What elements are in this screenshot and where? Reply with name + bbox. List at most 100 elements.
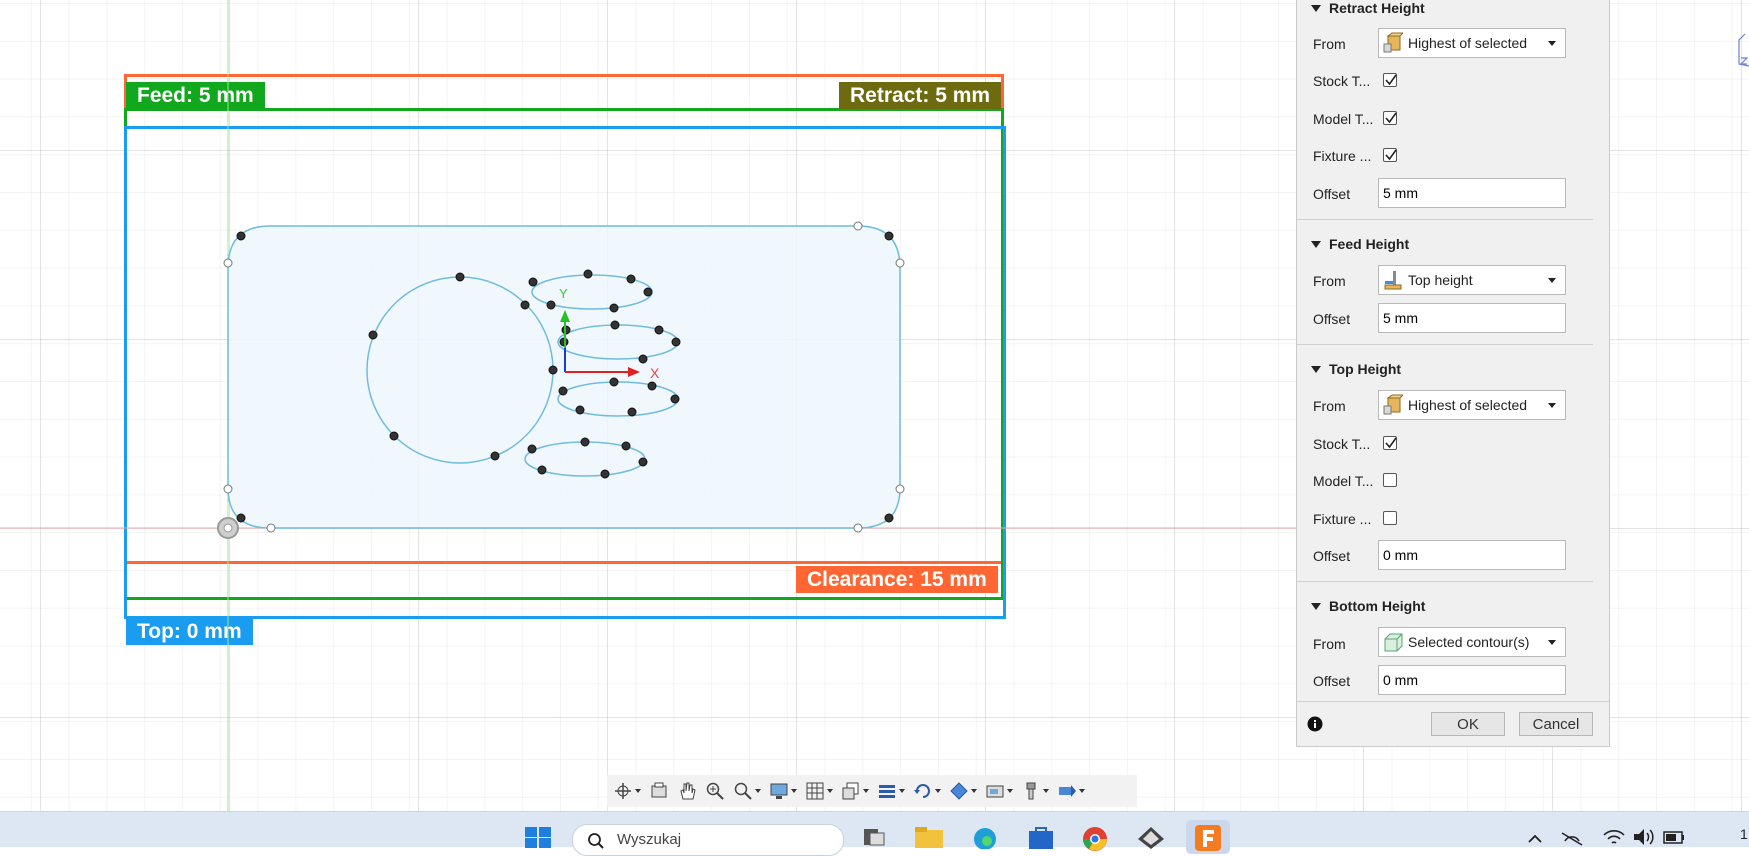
retract-offset-input[interactable]	[1378, 178, 1566, 208]
tangent-handle	[223, 484, 233, 494]
collapse-triangle-icon	[1311, 602, 1321, 610]
retract-from-select[interactable]: Highest of selected	[1378, 28, 1566, 58]
contour-point	[548, 365, 558, 375]
edge-browser-icon[interactable]	[970, 825, 1000, 849]
file-explorer-icon[interactable]	[914, 826, 944, 848]
cancel-button[interactable]: Cancel	[1519, 712, 1593, 736]
contour-point	[558, 386, 568, 396]
contour-point	[528, 277, 538, 287]
taskbar-search-box[interactable]: Wyszukaj	[572, 824, 844, 856]
orbit-icon	[615, 783, 631, 799]
section-top-height[interactable]: Top Height	[1311, 361, 1401, 377]
chrome-icon[interactable]	[1080, 825, 1110, 851]
top-stock-top-checkbox[interactable]	[1383, 436, 1397, 450]
zoom-window-tool[interactable]	[731, 778, 763, 804]
bottom-from-select[interactable]: Selected contour(s)	[1378, 627, 1566, 657]
tangent-handle	[895, 258, 905, 268]
top-from-select[interactable]: Highest of selected	[1378, 390, 1566, 420]
view-cube-tool[interactable]	[839, 778, 871, 804]
top-fixture-top-label: Fixture ...	[1313, 511, 1372, 527]
grid-tool[interactable]	[803, 778, 835, 804]
section-divider	[1297, 581, 1593, 582]
box-selection-icon	[1383, 32, 1403, 53]
contour-point	[884, 513, 894, 523]
retract-stock-top-label: Stock T...	[1313, 73, 1371, 89]
stock-contour	[227, 225, 901, 529]
retract-fixture-top-checkbox[interactable]	[1383, 148, 1397, 162]
network-icon[interactable]	[1560, 827, 1584, 847]
contour-point	[626, 274, 636, 284]
contour-point	[389, 431, 399, 441]
pan-tool[interactable]	[675, 778, 699, 804]
contour-point	[537, 465, 547, 475]
retract-model-top-label: Model T...	[1313, 111, 1374, 127]
retract-stock-top-checkbox[interactable]	[1383, 73, 1397, 87]
grid-icon	[806, 782, 824, 800]
contour-point	[610, 320, 620, 330]
fusion-app-icon-highlight[interactable]	[1186, 820, 1230, 854]
display-settings-tool[interactable]	[767, 778, 799, 804]
top-offset-input[interactable]	[1378, 540, 1566, 570]
chevron-up-icon[interactable]	[1527, 832, 1543, 844]
windows-start-icon[interactable]	[524, 826, 552, 848]
rotate-tool[interactable]	[911, 778, 943, 804]
tool-library-tool[interactable]	[1019, 778, 1051, 804]
feed-from-label: From	[1313, 273, 1346, 289]
app-diamond-icon[interactable]	[1136, 825, 1166, 849]
box-selection-icon	[1383, 394, 1403, 415]
section-divider	[1297, 344, 1593, 345]
ok-button[interactable]: OK	[1431, 712, 1505, 736]
chevron-down-icon	[1548, 41, 1556, 46]
taskbar-search-placeholder: Wyszukaj	[617, 831, 682, 848]
tool-icon	[1026, 782, 1036, 800]
tangent-handle	[853, 221, 863, 231]
contour-point	[654, 325, 664, 335]
battery-icon[interactable]	[1662, 827, 1686, 847]
section-divider	[1297, 219, 1593, 220]
look-at-tool[interactable]	[647, 778, 671, 804]
store-icon[interactable]	[1026, 825, 1056, 849]
section-feed-height[interactable]: Feed Height	[1311, 236, 1409, 252]
camera-tool[interactable]	[983, 778, 1015, 804]
view-cube-icon	[842, 782, 859, 800]
volume-icon[interactable]	[1632, 827, 1656, 847]
retract-model-top-checkbox[interactable]	[1383, 111, 1397, 125]
pan-hand-icon	[680, 782, 696, 800]
appearance-tool[interactable]	[947, 778, 979, 804]
chevron-down-icon	[1548, 278, 1556, 283]
contour-point	[490, 451, 500, 461]
x-axis-label: X	[650, 365, 660, 381]
sketch-scene[interactable]: X Y C	[0, 0, 1296, 811]
contour-point	[638, 457, 648, 467]
top-model-top-checkbox[interactable]	[1383, 473, 1397, 487]
task-view-icon[interactable]	[862, 827, 886, 847]
section-retract-height[interactable]: Retract Height	[1311, 0, 1425, 16]
view-cube-fragment-icon[interactable]	[1735, 28, 1749, 68]
contour-point	[527, 444, 537, 454]
feed-offset-input[interactable]	[1378, 303, 1566, 333]
zoom-tool[interactable]	[703, 778, 727, 804]
collapse-triangle-icon	[1311, 240, 1321, 248]
wifi-icon[interactable]	[1602, 827, 1626, 847]
feed-from-select[interactable]: Top height	[1378, 265, 1566, 295]
section-bottom-height[interactable]: Bottom Height	[1311, 598, 1425, 614]
top-fixture-top-checkbox[interactable]	[1383, 511, 1397, 525]
info-icon[interactable]	[1307, 716, 1323, 732]
contour-point	[583, 269, 593, 279]
navigation-toolbar	[607, 775, 1137, 807]
search-icon	[588, 833, 604, 849]
heights-panel: Retract Height From Highest of selected …	[1296, 0, 1610, 747]
windows-taskbar: Wyszukaj 1	[0, 811, 1749, 856]
contour-point	[520, 300, 530, 310]
bottom-offset-input[interactable]	[1378, 665, 1566, 695]
collapse-triangle-icon	[1311, 365, 1321, 373]
contour-point	[575, 405, 585, 415]
tangent-handle	[853, 523, 863, 533]
contour-point	[621, 441, 631, 451]
bottom-offset-label: Offset	[1313, 673, 1351, 689]
orbit-tool[interactable]	[611, 778, 643, 804]
y-axis-label: Y	[559, 286, 568, 301]
conveyor-tool[interactable]	[1055, 778, 1087, 804]
layers-tool[interactable]	[875, 778, 907, 804]
contour-point	[643, 287, 653, 297]
